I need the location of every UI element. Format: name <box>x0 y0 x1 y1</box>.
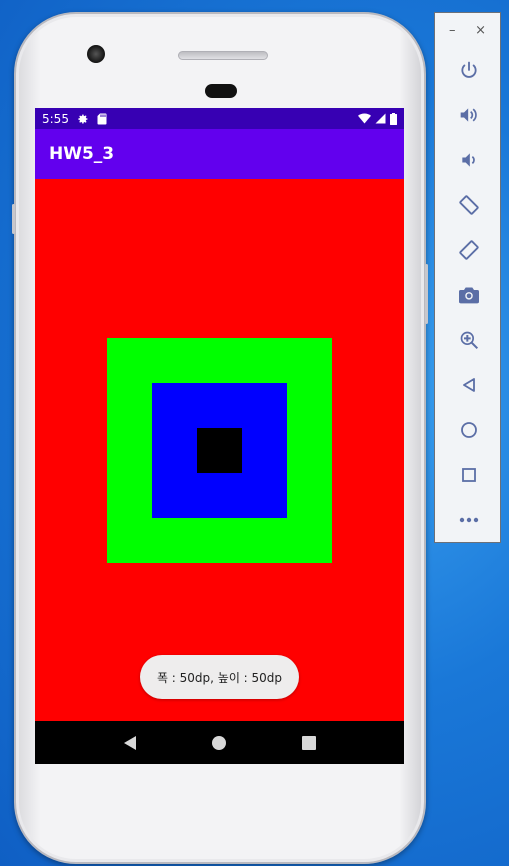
rotate-right-icon[interactable] <box>435 227 502 272</box>
main-content <box>35 179 404 721</box>
navigation-bar <box>35 721 404 764</box>
more-icon[interactable] <box>435 497 502 542</box>
settings-icon <box>77 113 89 125</box>
app-bar: HW5_3 <box>35 129 404 179</box>
status-time: 5:55 <box>42 111 69 126</box>
status-bar: 5:55 <box>35 108 404 129</box>
emulator-toolbar: – × <box>434 12 501 543</box>
zoom-icon[interactable] <box>435 317 502 362</box>
home-icon[interactable] <box>435 407 502 452</box>
power-icon[interactable] <box>435 47 502 92</box>
volume-up-icon[interactable] <box>435 92 502 137</box>
phone-side-button <box>12 204 15 234</box>
battery-icon <box>390 112 397 125</box>
device-screen: 5:55 HW5_3 폭: 50dp, 높이: 50dp <box>35 108 404 764</box>
minimize-button[interactable]: – <box>449 23 456 38</box>
back-icon[interactable] <box>116 729 144 757</box>
phone-side-button <box>425 264 428 324</box>
outer-square <box>107 338 332 563</box>
sd-card-icon <box>97 113 107 125</box>
home-icon[interactable] <box>205 729 233 757</box>
volume-down-icon[interactable] <box>435 137 502 182</box>
app-title: HW5_3 <box>49 144 115 164</box>
camera-icon[interactable] <box>435 272 502 317</box>
middle-square <box>152 383 287 518</box>
back-icon[interactable] <box>435 362 502 407</box>
inner-square <box>197 428 242 473</box>
rotate-left-icon[interactable] <box>435 182 502 227</box>
front-camera <box>87 45 105 63</box>
signal-icon <box>375 113 386 124</box>
proximity-sensor <box>205 84 237 98</box>
close-button[interactable]: × <box>475 23 486 38</box>
wifi-icon <box>358 113 371 124</box>
toast-message: 폭 : 50dp, 높이 : 50dp <box>140 655 299 699</box>
overview-icon[interactable] <box>435 452 502 497</box>
earpiece-speaker <box>178 51 268 60</box>
recents-icon[interactable] <box>295 729 323 757</box>
